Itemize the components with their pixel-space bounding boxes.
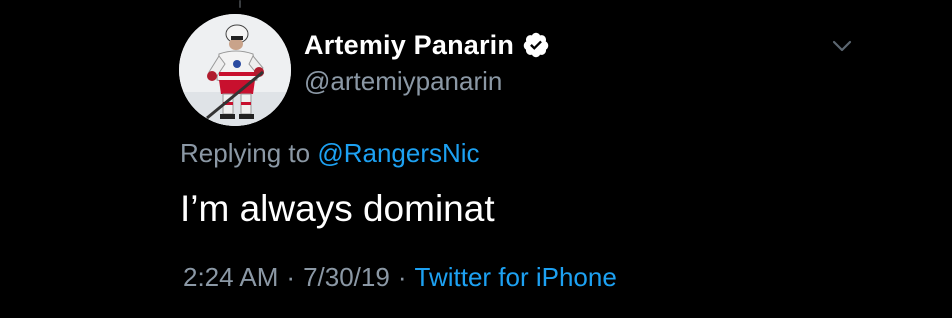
verified-badge-icon (522, 31, 550, 59)
replying-to-line: Replying to @RangersNic (180, 138, 480, 169)
separator-dot: · (397, 262, 407, 292)
replying-to-label: Replying to (180, 138, 311, 168)
tweet-source-link[interactable]: Twitter for iPhone (415, 262, 617, 292)
thread-connector (239, 0, 241, 8)
tweet-metadata: 2:24 AM · 7/30/19 · Twitter for iPhone (183, 262, 617, 293)
profile-photo-icon (179, 14, 291, 126)
chevron-down-icon[interactable] (828, 36, 856, 56)
separator-dot: · (286, 262, 296, 292)
tweet-text: I’m always dominat (180, 188, 495, 229)
user-handle[interactable]: @artemiypanarin (304, 66, 550, 97)
replying-to-mention[interactable]: @RangersNic (317, 138, 479, 168)
avatar[interactable] (179, 14, 291, 126)
display-name[interactable]: Artemiy Panarin (304, 30, 514, 61)
name-row: Artemiy Panarin (304, 28, 550, 62)
tweet-header: Artemiy Panarin @artemiypanarin (304, 28, 550, 97)
tweet-date[interactable]: 7/30/19 (303, 262, 390, 292)
tweet-time[interactable]: 2:24 AM (183, 262, 278, 292)
